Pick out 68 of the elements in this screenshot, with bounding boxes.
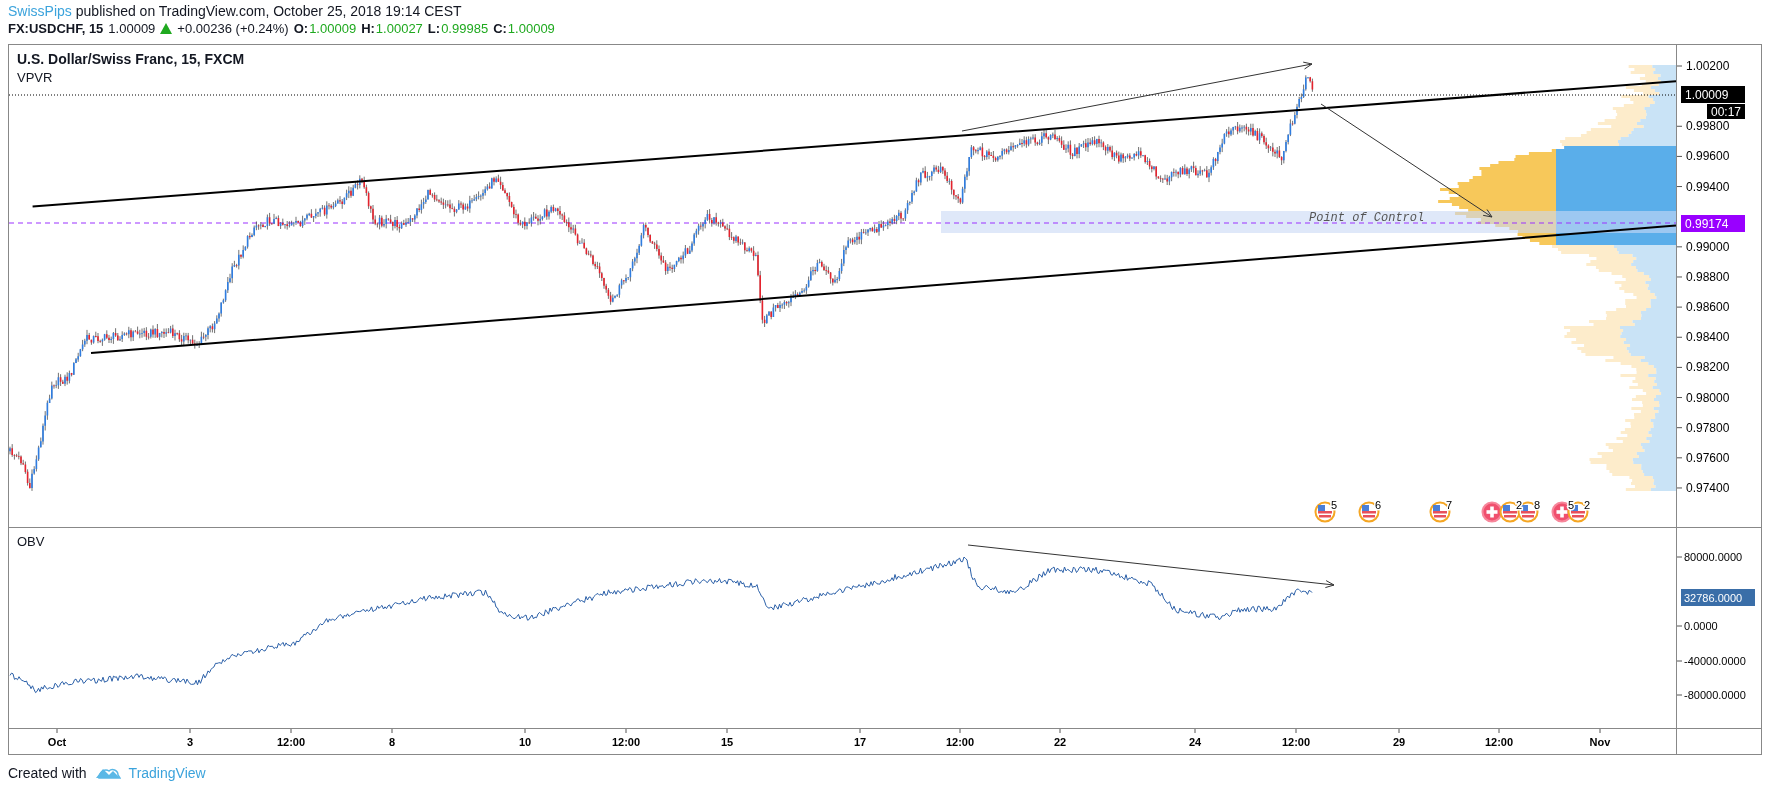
us-flag-icon[interactable] xyxy=(1314,501,1336,523)
time-axis-label: 12:00 xyxy=(945,736,975,748)
price-axis-label: 0.99400 xyxy=(1686,179,1730,194)
chart-title: U.S. Dollar/Swiss Franc, 15, FXCM xyxy=(17,51,245,67)
us-flag-icon[interactable] xyxy=(1499,501,1521,523)
event-count: 7 xyxy=(1446,499,1453,511)
author-link[interactable]: SwissPips xyxy=(8,3,72,19)
price-axis-label: 0.99600 xyxy=(1686,149,1730,164)
indicator-label: OBV xyxy=(17,534,45,549)
price-axis-label: 0.97600 xyxy=(1686,450,1730,465)
time-axis-label: 24 xyxy=(1188,736,1202,748)
price-axis-label: 0.97800 xyxy=(1686,420,1730,435)
last-price: 1.00009 xyxy=(108,21,156,36)
event-count: 5 xyxy=(1568,499,1575,511)
price-axis-label: 0.99800 xyxy=(1686,119,1730,134)
price-axis-label: 0.97400 xyxy=(1686,480,1730,495)
obv-axis-label: -40000.0000 xyxy=(1684,655,1746,667)
price-axis-label: 1.00200 xyxy=(1686,59,1730,73)
last-price-label: 1.00009 xyxy=(1681,86,1745,103)
indicator-label: VPVR xyxy=(17,70,54,85)
event-count: 6 xyxy=(1375,499,1382,511)
obv-axis-label: 80000.0000 xyxy=(1684,551,1743,563)
ohlc-value: 1.00009 xyxy=(309,21,357,36)
event-count: 8 xyxy=(1534,499,1541,511)
ohlc-value: 1.00009 xyxy=(507,21,555,36)
time-axis-label: Nov xyxy=(1589,736,1611,748)
price-change: +0.00236 (+0.24%) xyxy=(177,21,289,36)
countdown-label: 00:17 xyxy=(1707,104,1745,119)
time-axis-label: 17 xyxy=(853,736,867,748)
obv-axis-label: 0.0000 xyxy=(1684,620,1718,632)
time-axis-label: 29 xyxy=(1392,736,1406,748)
price-axis-label: 0.98600 xyxy=(1686,300,1730,315)
price-axis-label: 0.98400 xyxy=(1686,330,1730,345)
obv-axis-label: -80000.0000 xyxy=(1684,689,1746,701)
publish-info: published on TradingView.com, October 25, 2018 19:14 CEST xyxy=(75,3,462,19)
price-axis-label: 0.98000 xyxy=(1686,390,1730,405)
event-count: 2 xyxy=(1584,499,1591,511)
event-count: 5 xyxy=(1331,499,1338,511)
poc-price-label: 0.99174 xyxy=(1681,215,1745,232)
time-axis-label: 10 xyxy=(518,736,532,748)
obv-value-label: 32786.0000 xyxy=(1681,589,1755,606)
ohlc-value: 0.99985 xyxy=(441,21,489,36)
price-axis-label: 0.99000 xyxy=(1686,239,1730,254)
time-axis-label: 12:00 xyxy=(1484,736,1514,748)
swiss-flag-icon[interactable] xyxy=(1551,501,1573,523)
us-flag-icon[interactable] xyxy=(1567,501,1589,523)
symbol-label: FX:USDCHF, 15 xyxy=(8,21,104,36)
ohlc-key: O: xyxy=(293,21,309,36)
us-flag-icon[interactable] xyxy=(1358,501,1380,523)
created-with-text: Created with xyxy=(8,765,87,781)
price-axis-label: 0.98800 xyxy=(1686,270,1730,284)
price-axis-label: 0.98200 xyxy=(1686,360,1730,375)
cloud-logo-icon xyxy=(94,766,121,780)
time-axis-label: 12:00 xyxy=(1281,736,1311,748)
time-axis-label: 22 xyxy=(1053,736,1067,748)
ohlc-key: C: xyxy=(493,21,507,36)
poc-label: Point of Control xyxy=(1309,211,1425,225)
time-axis-label: 3 xyxy=(186,736,194,748)
time-axis-label: 12:00 xyxy=(611,736,641,748)
ohlc-value: 1.00027 xyxy=(375,21,423,36)
time-axis-label: 8 xyxy=(388,736,396,748)
ohlc-key: H: xyxy=(361,21,375,36)
brand-link[interactable]: TradingView xyxy=(128,765,206,781)
time-axis-label: 12:00 xyxy=(276,736,306,748)
ohlc-key: L: xyxy=(427,21,441,36)
time-axis-label: Oct xyxy=(47,736,67,748)
time-axis-label: 15 xyxy=(720,736,734,748)
us-flag-icon[interactable] xyxy=(1517,501,1539,523)
